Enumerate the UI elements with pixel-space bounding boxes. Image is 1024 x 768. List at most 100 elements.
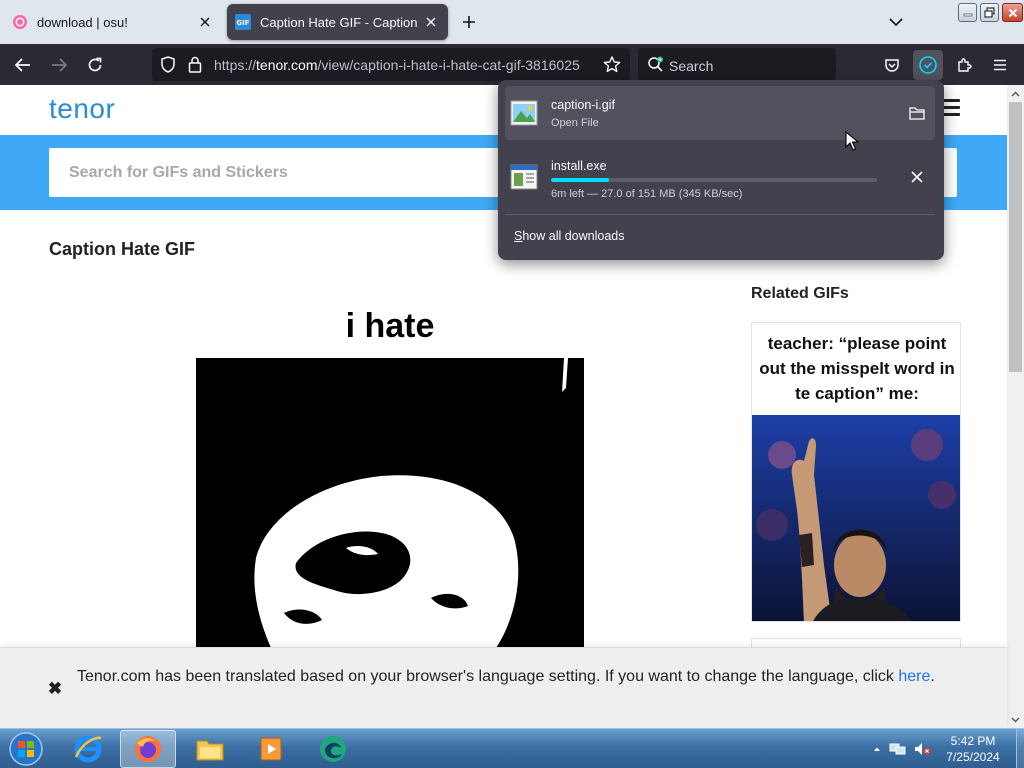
media-player-icon [260, 737, 282, 761]
notice-text: Tenor.com has been translated based on y… [77, 665, 977, 689]
folder-icon [909, 107, 925, 120]
bookmark-star-icon[interactable] [603, 56, 621, 73]
url-host: tenor.com [256, 57, 318, 73]
url-scheme: https:// [214, 57, 257, 73]
back-button[interactable] [8, 50, 38, 80]
taskbar-media-player[interactable] [243, 730, 299, 768]
minimize-window-button[interactable] [958, 3, 977, 22]
navigation-toolbar: https://tenor.com/view/caption-i-hate-i-… [0, 44, 1024, 85]
close-icon [1008, 8, 1017, 17]
show-in-folder-button[interactable] [905, 101, 929, 125]
svg-text:GIF: GIF [236, 19, 249, 27]
gif-favicon-icon: GIF [235, 14, 251, 30]
network-icon[interactable] [889, 740, 907, 758]
search-engine-icon [648, 56, 663, 72]
taskbar-file-explorer[interactable] [182, 730, 238, 768]
image-file-icon [510, 100, 538, 126]
list-all-tabs-button[interactable] [884, 10, 908, 34]
gif-caption: i hate [196, 295, 584, 358]
search-placeholder: Search [669, 58, 714, 74]
puzzle-icon [958, 58, 972, 72]
tab-osu-download[interactable]: download | osu! [4, 4, 222, 40]
panel-divider [505, 214, 935, 215]
screen: download | osu! GIF Caption Hate GIF - C… [0, 0, 1024, 768]
chevron-down-icon [889, 18, 903, 27]
download-filename: caption-i.gif [551, 98, 615, 112]
minimize-icon [963, 13, 972, 16]
restore-icon [984, 7, 995, 18]
tab-caption-hate-gif[interactable]: GIF Caption Hate GIF - Caption I Hate [227, 4, 448, 40]
reload-icon [88, 57, 102, 72]
download-status: 6m left — 27.0 of 151 MB (345 KB/sec) [551, 188, 743, 200]
scroll-up-arrow-icon[interactable] [1007, 85, 1024, 102]
tracking-protection-shield-icon[interactable] [160, 56, 176, 73]
download-progress-icon [919, 56, 937, 74]
tab-title: download | osu! [37, 14, 128, 30]
new-tab-button[interactable] [457, 10, 481, 34]
downloads-panel: caption-i.gif Open File install.exe 6m l… [498, 80, 944, 260]
mouse-cursor-icon [845, 131, 859, 151]
windows-start-orb-icon [9, 732, 43, 766]
taskbar-firefox[interactable] [120, 730, 176, 768]
show-all-label: how all downloads [522, 229, 625, 243]
download-item-install-exe[interactable]: install.exe 6m left — 27.0 of 151 MB (34… [505, 150, 935, 204]
close-window-button[interactable] [1002, 3, 1023, 22]
notice-message: Tenor.com has been translated based on y… [77, 668, 894, 685]
scroll-thumb[interactable] [1009, 102, 1022, 372]
search-bar[interactable]: Search [638, 48, 836, 81]
show-hidden-icons-arrow-icon[interactable] [868, 740, 886, 758]
save-to-pocket-button[interactable] [877, 50, 907, 80]
lock-icon[interactable] [188, 56, 202, 73]
show-all-downloads-button[interactable]: Show all downloads [514, 229, 625, 243]
volume-muted-icon[interactable] [913, 740, 931, 758]
cancel-download-button[interactable] [905, 165, 929, 189]
hamburger-menu-icon [994, 59, 1006, 71]
app-menu-button[interactable] [985, 50, 1015, 80]
folder-icon [196, 740, 224, 761]
page-scrollbar[interactable] [1007, 85, 1024, 728]
translation-notice: ✖ Tenor.com has been translated based on… [0, 647, 1007, 728]
change-language-link[interactable]: here [898, 668, 930, 685]
related-gif-caption: teacher: “please point out the misspelt … [752, 323, 960, 415]
arrow-right-icon [52, 58, 67, 72]
taskbar-internet-explorer[interactable] [60, 730, 116, 768]
extensions-button[interactable] [949, 50, 979, 80]
restore-window-button[interactable] [980, 3, 999, 22]
osu-favicon-icon [13, 15, 27, 29]
close-tab-icon[interactable] [193, 10, 217, 34]
url-text[interactable]: https://tenor.com/view/caption-i-hate-i-… [214, 57, 590, 73]
download-status: Open File [551, 117, 599, 129]
close-notice-button[interactable]: ✖ [46, 679, 64, 698]
close-tab-icon[interactable] [419, 10, 443, 34]
forward-button[interactable] [44, 50, 74, 80]
taskbar-edge[interactable] [305, 730, 361, 768]
start-button[interactable] [4, 730, 48, 768]
scroll-down-arrow-icon[interactable] [1007, 711, 1024, 728]
pocket-icon [885, 58, 899, 72]
related-gifs-heading: Related GIFs [751, 285, 849, 302]
url-path: /view/caption-i-hate-i-hate-cat-gif-3816… [317, 57, 580, 73]
tab-strip: download | osu! GIF Caption Hate GIF - C… [0, 0, 1024, 44]
download-progress-bar [551, 178, 877, 182]
related-gif-image [752, 415, 960, 621]
close-icon [911, 171, 923, 183]
gif-search-placeholder: Search for GIFs and Stickers [69, 164, 288, 181]
download-item-caption-gif[interactable]: caption-i.gif Open File [505, 86, 935, 140]
notice-punctuation: . [930, 668, 935, 685]
page-title: Caption Hate GIF [49, 239, 196, 259]
downloads-button[interactable] [913, 50, 943, 80]
system-clock[interactable]: 5:42 PM 7/25/2024 [932, 733, 1014, 765]
arrow-left-icon [15, 58, 30, 72]
download-filename: install.exe [551, 159, 607, 173]
plus-icon [463, 16, 475, 28]
internet-explorer-icon [74, 735, 102, 763]
tab-title: Caption Hate GIF - Caption I Hate [260, 14, 419, 30]
tenor-logo[interactable]: tenor [49, 93, 115, 125]
clock-time: 5:42 PM [950, 734, 996, 748]
related-gif[interactable]: teacher: “please point out the misspelt … [751, 322, 961, 622]
show-desktop-button[interactable] [1016, 729, 1024, 768]
reload-button[interactable] [80, 50, 110, 80]
download-progress-fill [551, 178, 610, 182]
address-bar[interactable]: https://tenor.com/view/caption-i-hate-i-… [152, 48, 630, 81]
taskbar: 5:42 PM 7/25/2024 [0, 728, 1024, 768]
